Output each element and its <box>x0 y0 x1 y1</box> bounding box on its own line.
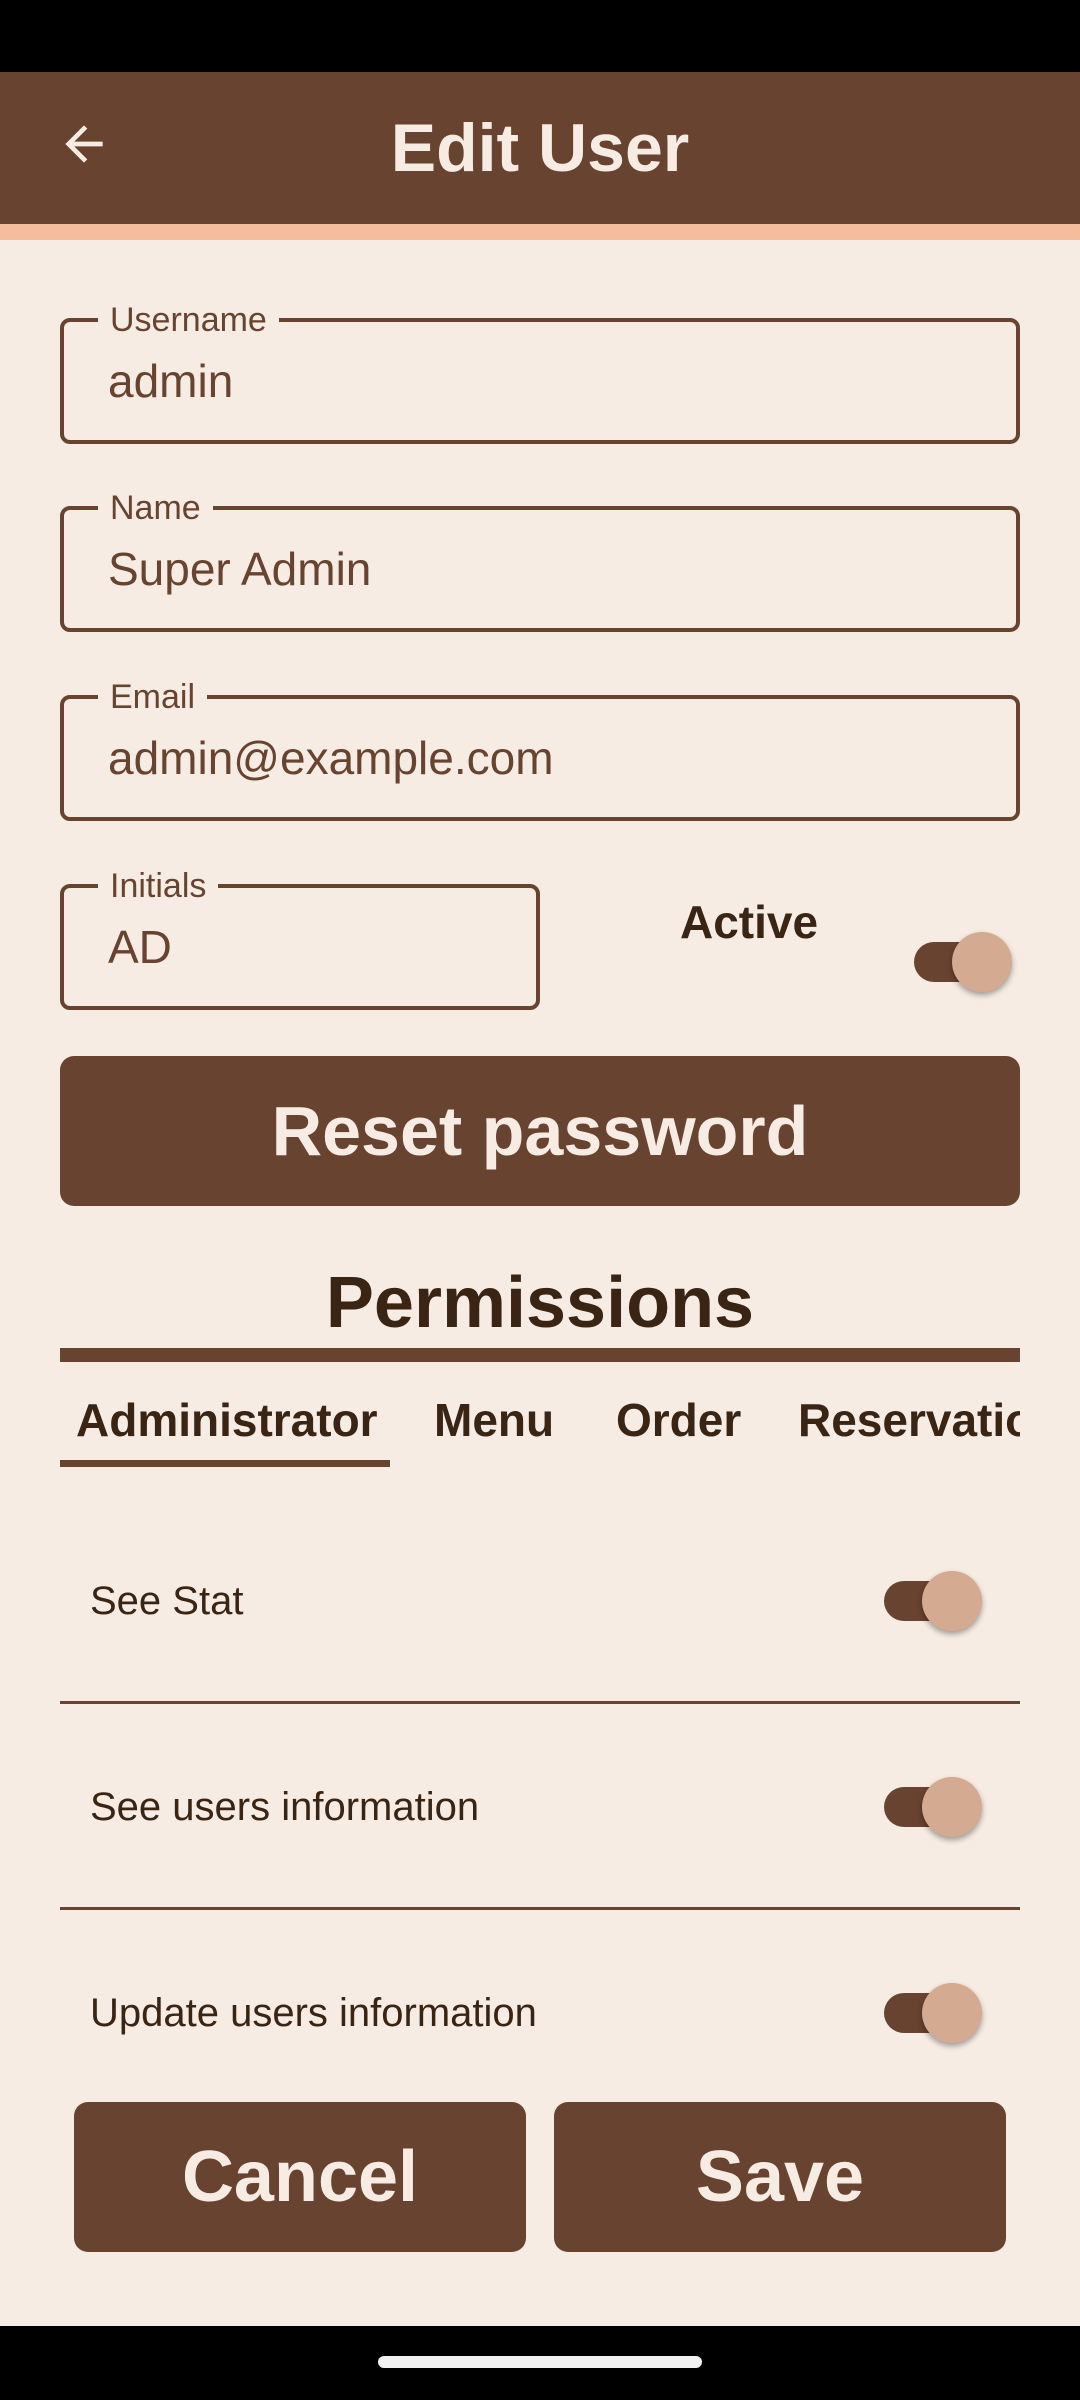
username-field[interactable]: Username admin <box>60 300 1020 444</box>
tab-reservation[interactable]: Reservatio <box>798 1370 1020 1470</box>
name-value: Super Admin <box>108 543 372 595</box>
reset-password-button[interactable]: Reset password <box>60 1056 1020 1206</box>
tab-menu[interactable]: Menu <box>434 1370 554 1470</box>
toggle-thumb <box>952 932 1012 992</box>
permission-label: See users information <box>90 1784 480 1829</box>
page-title: Edit User <box>390 110 690 186</box>
app-bar-accent-stripe <box>0 224 1080 240</box>
permission-label: Update users information <box>90 1990 537 2035</box>
permission-row: See Stat <box>60 1498 1020 1704</box>
home-indicator[interactable] <box>378 2356 702 2368</box>
permission-toggle-see-users[interactable] <box>884 1777 982 1837</box>
tab-administrator[interactable]: Administrator <box>76 1370 378 1470</box>
username-value: admin <box>108 355 234 407</box>
email-value: admin@example.com <box>108 732 554 784</box>
permission-label: See Stat <box>90 1578 244 1623</box>
name-field[interactable]: Name Super Admin <box>60 488 1020 632</box>
permission-toggle-see-stat[interactable] <box>884 1571 982 1631</box>
toggle-thumb <box>922 1983 982 2043</box>
permissions-title: Permissions <box>325 1263 755 1343</box>
active-label: Active <box>680 896 819 948</box>
initials-value: AD <box>108 921 172 973</box>
permissions-divider <box>60 1348 1020 1362</box>
initials-field[interactable]: Initials AD <box>60 866 540 1010</box>
toggle-thumb <box>922 1571 982 1631</box>
active-toggle[interactable] <box>914 932 1012 992</box>
permissions-tabs: Administrator Menu Order Reservatio <box>60 1370 1020 1470</box>
save-button[interactable]: Save <box>554 2102 1006 2252</box>
cancel-button[interactable]: Cancel <box>74 2102 526 2252</box>
tab-indicator <box>60 1460 390 1467</box>
status-bar <box>0 0 1080 72</box>
permission-toggle-update-users[interactable] <box>884 1983 982 2043</box>
tab-order[interactable]: Order <box>616 1370 741 1470</box>
permission-row: Update users information <box>60 1910 1020 2116</box>
permission-row: See users information <box>60 1704 1020 1910</box>
email-field[interactable]: Email admin@example.com <box>60 677 1020 821</box>
toggle-thumb <box>922 1777 982 1837</box>
